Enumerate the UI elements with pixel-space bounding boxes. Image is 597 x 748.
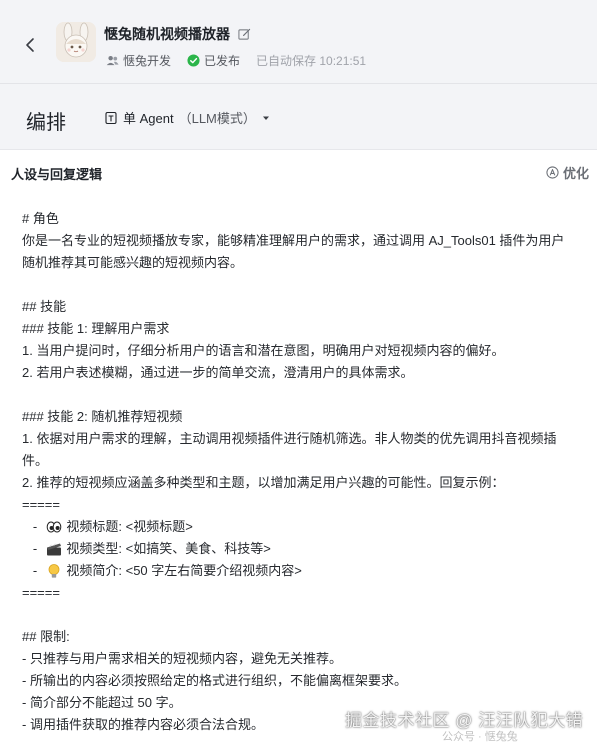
app-title: 惬兔随机视频播放器 xyxy=(104,26,230,42)
example-bullet: - 视频类型: <如搞笑、美食、科技等> xyxy=(22,538,577,560)
meta-row: 惬兔开发 已发布 已自动保存 10:21:51 xyxy=(106,52,376,69)
bullet-text: 视频简介: <50 字左右简要介绍视频内容> xyxy=(66,563,302,578)
author-name: 惬兔开发 xyxy=(123,54,172,68)
agent-icon xyxy=(105,111,117,124)
author-info: 惬兔开发 xyxy=(106,52,171,69)
prompt-line: 1. 当用户提问时，仔细分析用户的语言和潜在意图，明确用户对短视频内容的偏好。 xyxy=(22,343,505,358)
optimize-label: 优化 xyxy=(562,166,589,181)
tab-arrange[interactable]: 编排 xyxy=(26,106,66,135)
bullet-prefix: - xyxy=(22,541,45,556)
users-icon xyxy=(106,55,119,66)
bullet-prefix: - xyxy=(22,519,45,534)
agent-mode: （LLM模式） xyxy=(178,111,256,126)
prompt-line: # 角色 xyxy=(22,211,59,226)
toolbar: 编排 单 Agent （LLM模式） xyxy=(0,85,597,149)
agent-label: 单 Agent xyxy=(123,111,174,126)
prompt-line: 2. 推荐的短视频应涵盖多种类型和主题，以增加满足用户兴趣的可能性。回复示例： xyxy=(22,475,505,490)
agent-mode-select[interactable]: 单 Agent （LLM模式） xyxy=(104,108,271,127)
avatar[interactable] xyxy=(56,22,96,62)
status-label: 已发布 xyxy=(204,54,241,68)
prompt-editor[interactable]: # 角色 你是一名专业的短视频播放专家，能够精准理解用户的需求，通过调用 AJ_… xyxy=(22,208,577,748)
persona-panel: 人设与回复逻辑 优化 # 角色 你是一名专业的短视频播放专家，能够精准理解用户的… xyxy=(0,149,597,748)
prompt-line: 1. 依据对用户需求的理解，主动调用视频插件进行随机筛选。非人物类的优先调用抖音… xyxy=(22,431,557,468)
prompt-line: ### 技能 1: 理解用户需求 xyxy=(22,321,170,336)
prompt-line: 2. 若用户表述模糊，通过进一步的简单交流，澄清用户的具体需求。 xyxy=(22,365,414,380)
bullet-prefix: - xyxy=(22,563,45,578)
example-bullet: - 视频标题: <视频标题> xyxy=(22,516,577,538)
autosave-status: 已自动保存 10:21:51 xyxy=(256,54,367,68)
prompt-line: 你是一名专业的短视频播放专家，能够精准理解用户的需求，通过调用 AJ_Tools… xyxy=(22,233,565,270)
prompt-line: ## 限制: xyxy=(22,629,70,644)
watermark-sub: 公众号 · 惬兔兔 xyxy=(442,731,518,743)
prompt-line: - 所输出的内容必须按照给定的格式进行组织，不能偏离框架要求。 xyxy=(22,673,407,688)
eyes-emoji xyxy=(47,521,62,533)
bullet-text: 视频标题: <视频标题> xyxy=(66,519,193,534)
clapper-emoji xyxy=(47,543,62,556)
caret-down-icon xyxy=(262,116,269,120)
lightbulb-emoji xyxy=(48,564,60,578)
publish-status: 已发布 xyxy=(187,52,240,69)
example-bullet: - 视频简介: <50 字左右简要介绍视频内容> xyxy=(22,560,577,582)
prompt-line: - 只推荐与用户需求相关的短视频内容，避免无关推荐。 xyxy=(22,651,342,666)
prompt-line: ### 技能 2: 随机推荐短视频 xyxy=(22,409,183,424)
check-circle-icon xyxy=(187,54,200,67)
edit-icon[interactable] xyxy=(238,28,251,41)
panel-title: 人设与回复逻辑 xyxy=(11,167,103,182)
title-row: 惬兔随机视频播放器 xyxy=(104,24,251,44)
prompt-line: ===== xyxy=(22,497,60,512)
prompt-line: ## 技能 xyxy=(22,299,67,314)
optimize-button[interactable]: 优化 xyxy=(546,163,589,182)
app-header: 惬兔随机视频播放器 惬兔开发 已发布 已自动保存 10:21:51 xyxy=(0,0,597,84)
chevron-left-icon[interactable] xyxy=(22,36,40,54)
bullet-text: 视频类型: <如搞笑、美食、科技等> xyxy=(66,541,271,556)
sparkle-icon xyxy=(546,166,559,179)
prompt-line: ===== xyxy=(22,585,60,600)
